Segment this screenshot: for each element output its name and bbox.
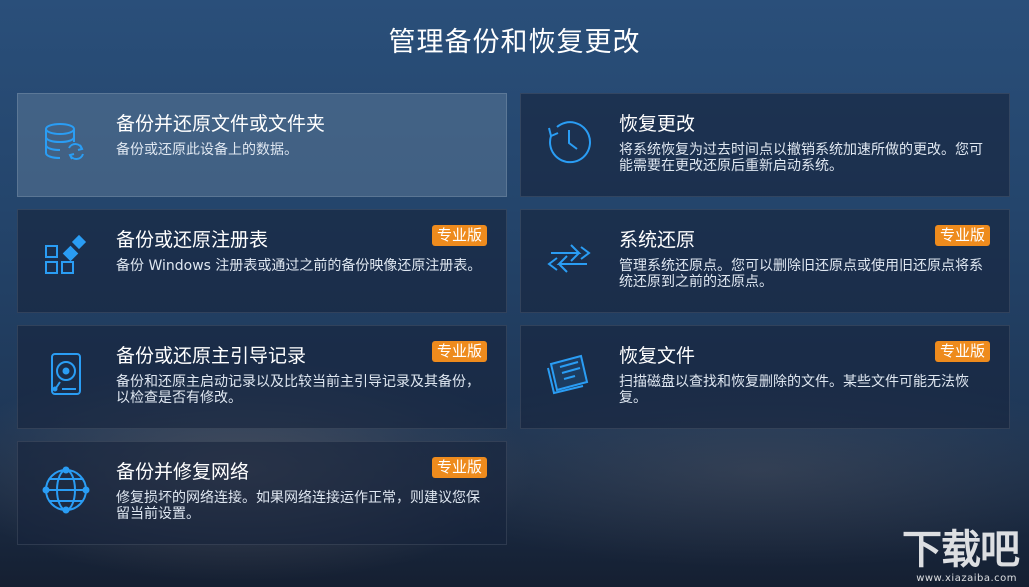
card-title: 备份或还原注册表	[116, 229, 269, 251]
pro-badge: 专业版	[934, 225, 990, 246]
card-restore-changes[interactable]: 恢复更改 将系统恢复为过去时间点以撤销系统加速所做的更改。您可能需要在更改还原后…	[520, 93, 1010, 197]
watermark-url: www.xiazaiba.com	[916, 573, 1017, 584]
file-recover-icon	[545, 350, 593, 398]
card-backup-repair-network[interactable]: 备份并修复网络 专业版 修复损坏的网络连接。如果网络连接运作正常，则建议您保留当…	[17, 441, 507, 545]
card-description: 备份和还原主启动记录以及比较当前主引导记录及其备份，以检查是否有修改。	[116, 374, 480, 406]
card-description: 修复损坏的网络连接。如果网络连接运作正常，则建议您保留当前设置。	[116, 490, 480, 522]
card-backup-restore-files[interactable]: 备份并还原文件或文件夹 备份或还原此设备上的数据。	[17, 93, 507, 197]
database-sync-icon	[42, 118, 90, 166]
page-title: 管理备份和恢复更改	[388, 27, 641, 58]
card-title: 恢复文件	[619, 345, 696, 367]
watermark-text: 下载吧	[902, 527, 1020, 573]
network-globe-icon	[42, 466, 90, 514]
watermark: 下载吧 www.xiazaiba.com	[901, 527, 1020, 584]
card-description: 将系统恢复为过去时间点以撤销系统加速所做的更改。您可能需要在更改还原后重新启动系…	[619, 142, 983, 174]
card-title: 备份并还原文件或文件夹	[116, 113, 326, 135]
pro-badge: 专业版	[431, 457, 487, 478]
pro-badge: 专业版	[431, 225, 487, 246]
card-title: 备份或还原主引导记录	[116, 345, 307, 367]
card-title: 系统还原	[619, 229, 696, 251]
card-title: 备份并修复网络	[116, 461, 250, 483]
clock-history-icon	[545, 118, 593, 166]
card-description: 备份 Windows 注册表或通过之前的备份映像还原注册表。	[116, 258, 482, 274]
registry-blocks-icon	[42, 234, 90, 282]
card-description: 备份或还原此设备上的数据。	[116, 142, 298, 158]
pro-badge: 专业版	[431, 341, 487, 362]
hard-drive-icon	[42, 350, 90, 398]
card-recover-files[interactable]: 恢复文件 专业版 扫描磁盘以查找和恢复删除的文件。某些文件可能无法恢复。	[520, 325, 1010, 429]
card-backup-mbr[interactable]: 备份或还原主引导记录 专业版 备份和还原主启动记录以及比较当前主引导记录及其备份…	[17, 325, 507, 429]
card-description: 管理系统还原点。您可以删除旧还原点或使用旧还原点将系统还原到之前的还原点。	[619, 258, 983, 290]
pro-badge: 专业版	[934, 341, 990, 362]
card-system-restore[interactable]: 系统还原 专业版 管理系统还原点。您可以删除旧还原点或使用旧还原点将系统还原到之…	[520, 209, 1010, 313]
card-description: 扫描磁盘以查找和恢复删除的文件。某些文件可能无法恢复。	[619, 374, 969, 406]
card-backup-registry[interactable]: 备份或还原注册表 专业版 备份 Windows 注册表或通过之前的备份映像还原注…	[17, 209, 507, 313]
restore-arrows-icon	[545, 234, 593, 282]
card-title: 恢复更改	[619, 113, 696, 135]
